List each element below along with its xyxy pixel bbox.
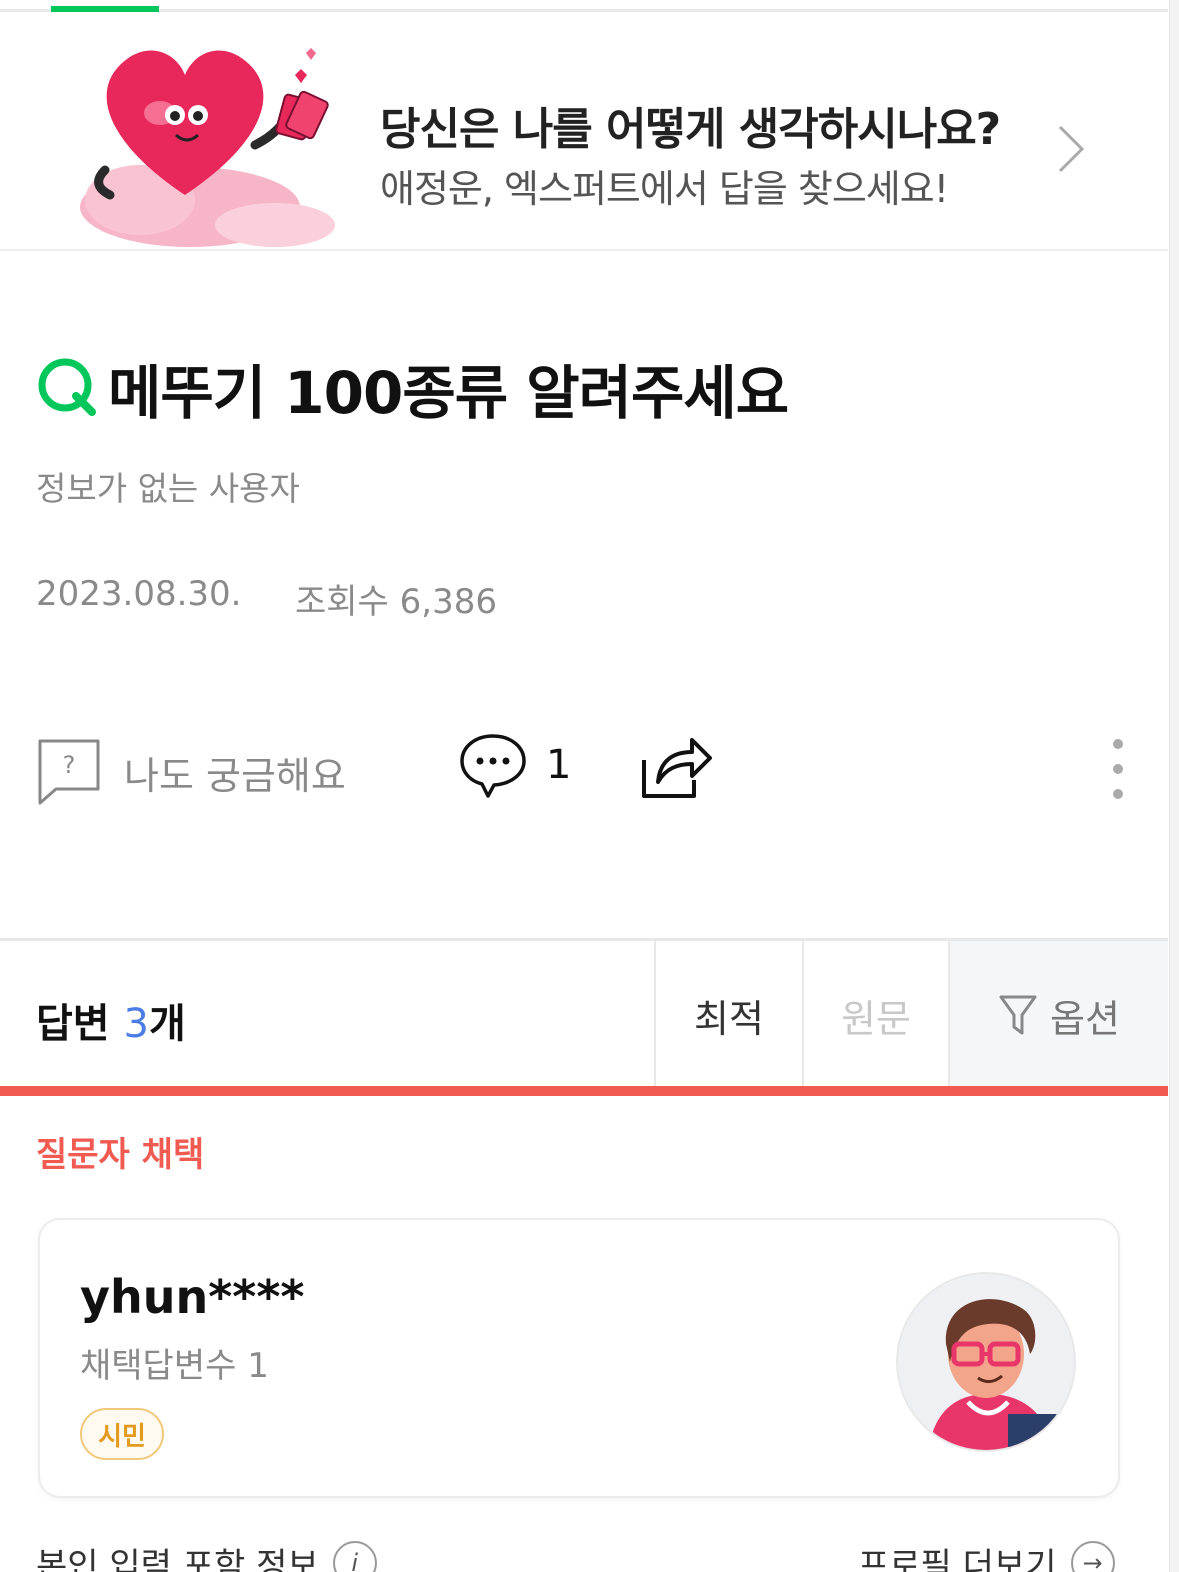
- self-entered-info: 본인 입력 포함 정보 i: [36, 1538, 377, 1572]
- top-tab-strip: [0, 0, 1168, 12]
- more-options-icon[interactable]: [1100, 734, 1136, 804]
- info-icon[interactable]: i: [332, 1540, 377, 1572]
- heart-mascot-illustration: [80, 48, 335, 247]
- question-bubble-icon: ?: [38, 739, 100, 805]
- profile-more-label: 프로필 더보기: [858, 1546, 1057, 1572]
- profile-footer-row: 본인 입력 포함 정보 i 프로필 더보기 →: [0, 1530, 1168, 1572]
- expert-ad-banner[interactable]: 당신은 나를 어떻게 생각하시나요? 애정운, 엑스퍼트에서 답을 찾으세요!: [0, 15, 1168, 251]
- chosen-divider: [0, 1086, 1168, 1096]
- active-tab-indicator: [51, 6, 159, 12]
- view-count: 조회수 6,386: [295, 582, 497, 622]
- comment-button[interactable]: 1: [458, 730, 571, 800]
- share-icon: [642, 738, 712, 798]
- answer-label: 답변: [36, 1001, 110, 1047]
- options-label: 옵션: [1050, 996, 1120, 1041]
- sort-original-button[interactable]: 원문: [802, 941, 948, 1089]
- chosen-by-asker-label: 질문자 채택: [36, 1135, 205, 1175]
- chevron-right-icon[interactable]: [1052, 123, 1088, 175]
- level-badge: 시민: [80, 1408, 164, 1460]
- question-date: 2023.08.30.: [36, 574, 242, 614]
- answerer-username[interactable]: yhun****: [80, 1270, 304, 1324]
- scrollbar-track[interactable]: [1169, 0, 1179, 1572]
- profile-more-link[interactable]: 프로필 더보기 →: [858, 1538, 1115, 1572]
- answer-count-number: 3: [123, 1001, 149, 1047]
- question-actions: ? 나도 궁금해요 1: [0, 720, 1168, 820]
- avatar-illustration: [898, 1274, 1074, 1450]
- filter-icon: [999, 995, 1037, 1035]
- answer-count-unit: 개: [149, 1001, 186, 1047]
- svg-text:?: ?: [63, 751, 76, 779]
- arrow-right-circle-icon: →: [1070, 1540, 1115, 1572]
- question-title: 메뚜기 100종류 알려주세요: [108, 359, 789, 427]
- options-button[interactable]: 옵션: [948, 941, 1168, 1089]
- banner-title: 당신은 나를 어떻게 생각하시나요?: [380, 104, 1001, 155]
- answer-header: 답변 3개 최적 원문 옵션: [0, 938, 1168, 1089]
- answerer-profile-card[interactable]: yhun**** 채택답변수 1 시민: [38, 1218, 1120, 1498]
- asker-name: 정보가 없는 사용자: [36, 469, 300, 508]
- q-icon: [38, 358, 96, 416]
- me-too-label: 나도 궁금해요: [124, 753, 346, 798]
- self-entered-info-label: 본인 입력 포함 정보: [36, 1546, 319, 1572]
- me-too-button[interactable]: ? 나도 궁금해요: [36, 732, 346, 812]
- adopted-answer-count: 채택답변수 1: [80, 1346, 269, 1386]
- avatar[interactable]: [896, 1272, 1076, 1452]
- comment-icon: [460, 734, 526, 798]
- sort-best-button[interactable]: 최적: [654, 941, 802, 1089]
- banner-subtitle: 애정운, 엑스퍼트에서 답을 찾으세요!: [380, 167, 949, 211]
- answer-count: 답변 3개: [36, 991, 186, 1049]
- share-button[interactable]: [638, 730, 714, 804]
- comment-count: 1: [546, 742, 572, 788]
